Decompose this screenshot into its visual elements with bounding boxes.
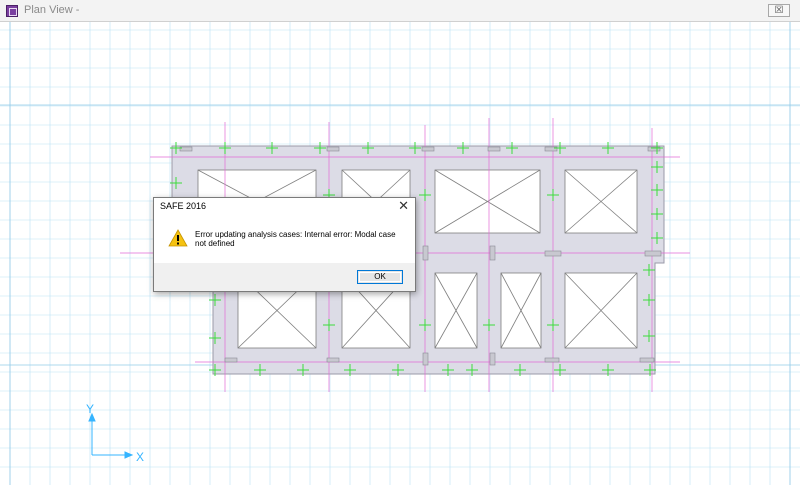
window-title: Plan View -: [24, 4, 80, 16]
x-axis-label: X: [136, 450, 145, 464]
dialog-title: SAFE 2016: [160, 201, 207, 211]
opening: [564, 272, 638, 349]
dialog-close-icon[interactable]: ✕: [398, 199, 409, 213]
opening: [500, 272, 542, 349]
dialog-titlebar: SAFE 2016 ✕: [154, 198, 415, 216]
error-dialog: SAFE 2016 ✕ Error updating analysis case…: [153, 197, 416, 292]
window-close-button[interactable]: ☒: [768, 4, 790, 17]
opening: [434, 272, 478, 349]
global-axes: [88, 412, 134, 459]
ok-button[interactable]: OK: [357, 270, 403, 284]
app-icon: [6, 5, 18, 17]
window-titlebar: Plan View - ☒: [0, 0, 800, 22]
opening: [564, 169, 638, 234]
dialog-body: Error updating analysis cases: Internal …: [154, 216, 415, 263]
warning-icon: [168, 229, 188, 247]
opening: [434, 169, 541, 234]
dialog-message: Error updating analysis cases: Internal …: [195, 230, 396, 248]
y-axis-label: Y: [86, 402, 95, 416]
